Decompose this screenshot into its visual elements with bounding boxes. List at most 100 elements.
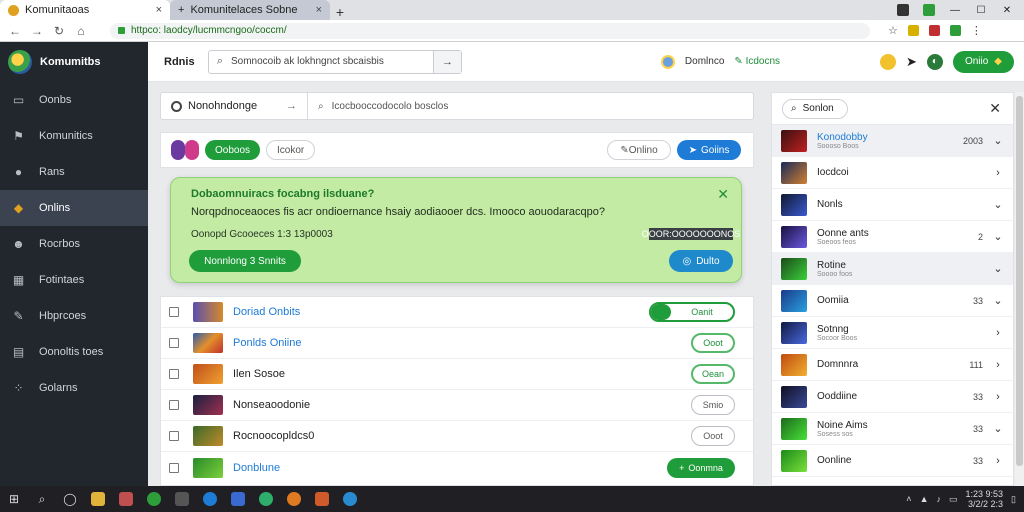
close-icon[interactable]: ✕ xyxy=(989,100,1001,117)
row-action-button[interactable]: Ooot xyxy=(691,333,735,353)
new-tab-button[interactable]: + xyxy=(330,4,350,20)
row-checkbox[interactable] xyxy=(169,307,179,317)
right-list-item[interactable]: Rotine Soooo foos ⌄ xyxy=(772,253,1013,285)
row-name[interactable]: Doriad Onbits xyxy=(233,306,300,318)
clock[interactable]: 1:23 9:53 3/2/2 2:3 xyxy=(966,489,1004,509)
extension-icon[interactable] xyxy=(949,25,961,36)
share-button[interactable]: ➤ Goiins xyxy=(677,140,741,160)
battery-icon[interactable]: ▭ xyxy=(949,494,958,505)
right-list-item[interactable]: Iocdcoi › xyxy=(772,157,1013,189)
extension-icon[interactable] xyxy=(892,2,914,18)
chevron-right-icon[interactable]: › xyxy=(983,167,1013,179)
sidebar-item-8[interactable]: ⁘ Golarns xyxy=(0,370,148,406)
tab-close-icon[interactable]: × xyxy=(156,4,162,16)
close-icon[interactable]: ✕ xyxy=(717,186,729,203)
star-icon[interactable]: ☆ xyxy=(888,24,898,37)
app-icon[interactable] xyxy=(168,486,196,512)
chevron-down-icon[interactable]: ⌄ xyxy=(983,262,1013,275)
row-action-button[interactable]: + Oonmna xyxy=(667,457,735,478)
section-selector[interactable]: Nonohndonge → xyxy=(161,100,307,112)
list-item[interactable]: Doriad Onbits Oanit xyxy=(161,297,753,328)
row-checkbox[interactable] xyxy=(169,431,179,441)
network-icon[interactable]: ▲ xyxy=(920,494,929,504)
browser-tab-active[interactable]: Komunitaoas × xyxy=(0,0,170,20)
browser-tab-inactive[interactable]: + Komunitelaces Sobne × xyxy=(170,0,330,20)
right-list-item[interactable]: Domnnra 111 › xyxy=(772,349,1013,381)
notice-secondary-button[interactable]: ◎ Dulto xyxy=(669,250,733,272)
filter-secondary-button[interactable]: Icokor xyxy=(266,140,316,160)
reload-icon[interactable]: ↻ xyxy=(52,24,66,38)
app-icon[interactable] xyxy=(112,486,140,512)
chevron-up-icon[interactable]: ˄ xyxy=(906,494,911,504)
row-name[interactable]: Nonseaoodonie xyxy=(233,399,310,411)
row-name[interactable]: Ponlds Oniine xyxy=(233,337,302,349)
sidebar-item-5[interactable]: ▦ Fotintaes xyxy=(0,262,148,298)
chevron-right-icon[interactable]: › xyxy=(983,327,1013,339)
notification-icon[interactable]: ▯ xyxy=(1011,494,1016,505)
extension-icon[interactable] xyxy=(918,2,940,18)
sidebar-item-0[interactable]: ▭ Oonbs xyxy=(0,82,148,118)
app-icon[interactable] xyxy=(308,486,336,512)
row-toggle[interactable]: Oanit xyxy=(649,302,735,322)
avatar[interactable] xyxy=(660,54,675,69)
row-name[interactable]: Donblune xyxy=(233,462,280,474)
chevron-down-icon[interactable]: ⌄ xyxy=(983,134,1013,147)
chevron-down-icon[interactable]: ⌄ xyxy=(983,198,1013,211)
scrollbar[interactable] xyxy=(1015,92,1024,486)
app-icon[interactable] xyxy=(224,486,252,512)
row-checkbox[interactable] xyxy=(169,462,179,473)
row-checkbox[interactable] xyxy=(169,338,179,348)
chevron-right-icon[interactable]: › xyxy=(983,391,1013,403)
tab-close-icon[interactable]: × xyxy=(316,4,322,16)
user-link[interactable]: ✎ Icdocns xyxy=(734,56,780,67)
right-list-item[interactable]: Oonline 33 › xyxy=(772,445,1013,477)
chevron-right-icon[interactable]: › xyxy=(983,455,1013,467)
right-list-item[interactable]: Sotnng Socoor Boos › xyxy=(772,317,1013,349)
row-action-button[interactable]: Smio xyxy=(691,395,735,415)
chevron-down-icon[interactable]: ⌄ xyxy=(983,294,1013,307)
online-button[interactable]: Oniio ◆ xyxy=(952,50,1014,73)
forward-icon[interactable]: → xyxy=(30,24,44,38)
extension-icon[interactable] xyxy=(928,25,940,36)
sidebar-item-2[interactable]: ● Rans xyxy=(0,154,148,190)
chevron-down-icon[interactable]: ⌄ xyxy=(983,230,1013,243)
maximize-icon[interactable]: ☐ xyxy=(970,2,992,18)
folder-icon[interactable] xyxy=(84,486,112,512)
sidebar-item-7[interactable]: ▤ Oonoltis toes xyxy=(0,334,148,370)
row-action-button[interactable]: Ooot xyxy=(691,426,735,446)
right-list-item[interactable]: Oonne ants Soeoos feos 2 ⌄ xyxy=(772,221,1013,253)
filter-online-button[interactable]: ✎ Onlino xyxy=(607,140,671,160)
scrollbar-thumb[interactable] xyxy=(1016,96,1023,466)
right-list-item[interactable]: Noine Aims Sosess sos 33 ⌄ xyxy=(772,413,1013,445)
home-icon[interactable]: ⌂ xyxy=(74,24,88,38)
list-item[interactable]: Donblune + Oonmna xyxy=(161,452,753,483)
extension-icon[interactable] xyxy=(907,25,919,36)
status-icon[interactable]: ◐ xyxy=(926,53,943,70)
chevron-right-icon[interactable]: › xyxy=(983,359,1013,371)
section-search-input[interactable]: ⌕ Icocbooccodocolo bosclos xyxy=(307,93,753,119)
minimize-icon[interactable]: — xyxy=(944,2,966,18)
volume-icon[interactable]: ♪ xyxy=(936,494,941,504)
list-item[interactable]: Nonseaoodonie Smio xyxy=(161,390,753,421)
app-icon[interactable] xyxy=(280,486,308,512)
menu-icon[interactable]: ⋮ xyxy=(971,24,982,37)
app-icon[interactable] xyxy=(252,486,280,512)
list-item[interactable]: Rocnoocopldcs0 Ooot xyxy=(161,421,753,452)
back-icon[interactable]: ← xyxy=(8,24,22,38)
coin-icon[interactable] xyxy=(880,53,897,70)
right-list-item[interactable]: Oomiia 33 ⌄ xyxy=(772,285,1013,317)
brand[interactable]: Komumitbs xyxy=(0,42,148,82)
sidebar-item-1[interactable]: ⚑ Komunitics xyxy=(0,118,148,154)
chevron-down-icon[interactable]: ⌄ xyxy=(983,422,1013,435)
list-item[interactable]: Ilen Sosoe Oean xyxy=(161,359,753,390)
right-list-item[interactable]: Konodobby Soooso Boos 2003 ⌄ xyxy=(772,125,1013,157)
app-icon[interactable] xyxy=(140,486,168,512)
right-list-item[interactable]: Ooddiine 33 › xyxy=(772,381,1013,413)
user-name[interactable]: Domlnco xyxy=(685,56,724,67)
sidebar-item-3[interactable]: ◆ Onlins xyxy=(0,190,148,226)
app-icon[interactable] xyxy=(196,486,224,512)
notice-primary-button[interactable]: Nonnlong 3 Snnits xyxy=(189,250,301,272)
row-name[interactable]: Rocnoocopldcs0 xyxy=(233,430,314,442)
close-window-icon[interactable]: ✕ xyxy=(996,2,1018,18)
global-search[interactable]: ⌕ Somnocoib ak lokhngnct sbcaisbis → xyxy=(208,49,462,74)
